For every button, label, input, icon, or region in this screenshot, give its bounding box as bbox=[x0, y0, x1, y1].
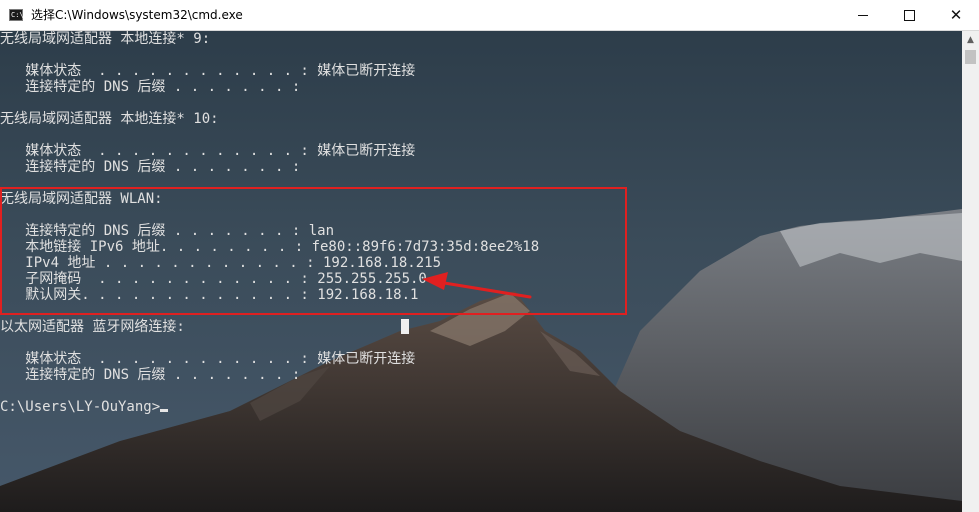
cmd-app-icon-text: C:\ bbox=[11, 11, 24, 19]
close-icon: ✕ bbox=[949, 6, 963, 24]
vertical-scrollbar[interactable]: ▲ bbox=[962, 31, 979, 512]
window-title: 选择C:\Windows\system32\cmd.exe bbox=[31, 8, 243, 22]
maximize-button[interactable] bbox=[886, 0, 932, 30]
scroll-thumb[interactable] bbox=[965, 50, 976, 64]
minimize-button[interactable] bbox=[840, 0, 886, 30]
cmd-window: C:\ 选择C:\Windows\system32\cmd.exe ✕ 无线局域… bbox=[0, 0, 979, 512]
scroll-up-arrow-icon[interactable]: ▲ bbox=[962, 31, 979, 48]
close-button[interactable]: ✕ bbox=[933, 0, 979, 30]
arrow-head bbox=[422, 272, 448, 290]
arrow-shaft bbox=[430, 279, 532, 299]
title-bar[interactable]: C:\ 选择C:\Windows\system32\cmd.exe ✕ bbox=[0, 0, 979, 31]
red-arrow-annotation bbox=[422, 272, 532, 299]
minimize-icon bbox=[858, 14, 868, 16]
maximize-icon bbox=[903, 9, 915, 21]
cmd-app-icon[interactable]: C:\ bbox=[9, 9, 24, 21]
console-output-area[interactable]: 无线局域网适配器 本地连接* 9: 媒体状态 . . . . . . . . .… bbox=[0, 31, 962, 512]
